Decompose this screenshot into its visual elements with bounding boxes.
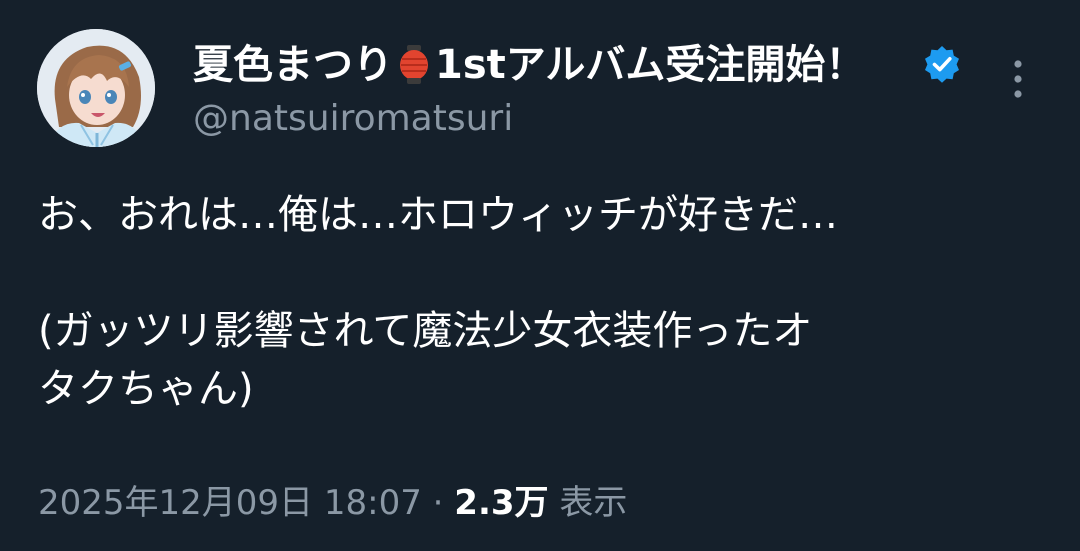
tweet-text-line: お、おれは…俺は…ホロウィッチが好きだ… bbox=[38, 192, 838, 238]
red-paper-lantern-icon bbox=[400, 45, 428, 84]
views-label: 表示 bbox=[559, 483, 628, 523]
tweet-text-line: タクちゃん) bbox=[38, 366, 254, 412]
tweet-text-line: (ガッツリ影響されて魔法少女衣装作ったオ bbox=[38, 308, 813, 354]
avatar[interactable] bbox=[37, 29, 155, 147]
author-display-name[interactable]: 夏色まつり 1stアルバム受注開始！ bbox=[193, 38, 865, 92]
vertical-ellipsis-icon[interactable] bbox=[1004, 56, 1032, 102]
anime-girl-avatar-icon bbox=[37, 29, 155, 147]
tweet-meta: 2025年12月09日 18:07 · 2.3万 表示 bbox=[38, 478, 627, 528]
tweet-card: 夏色まつり 1stアルバム受注開始！ @natsuiromatsuri お、おれ… bbox=[0, 0, 1080, 551]
display-name-suffix: 1stアルバム受注開始！ bbox=[435, 42, 866, 88]
views-count[interactable]: 2.3万 bbox=[454, 483, 548, 523]
author-handle[interactable]: @natsuiromatsuri bbox=[193, 95, 513, 143]
verified-badge-icon bbox=[925, 46, 959, 83]
tweet-timestamp[interactable]: 2025年12月09日 18:07 bbox=[38, 483, 422, 523]
tweet-text: お、おれは…俺は…ホロウィッチが好きだ… (ガッツリ影響されて魔法少女衣装作った… bbox=[38, 186, 1048, 418]
display-name-prefix: 夏色まつり bbox=[193, 42, 393, 88]
meta-separator: · bbox=[421, 483, 455, 523]
